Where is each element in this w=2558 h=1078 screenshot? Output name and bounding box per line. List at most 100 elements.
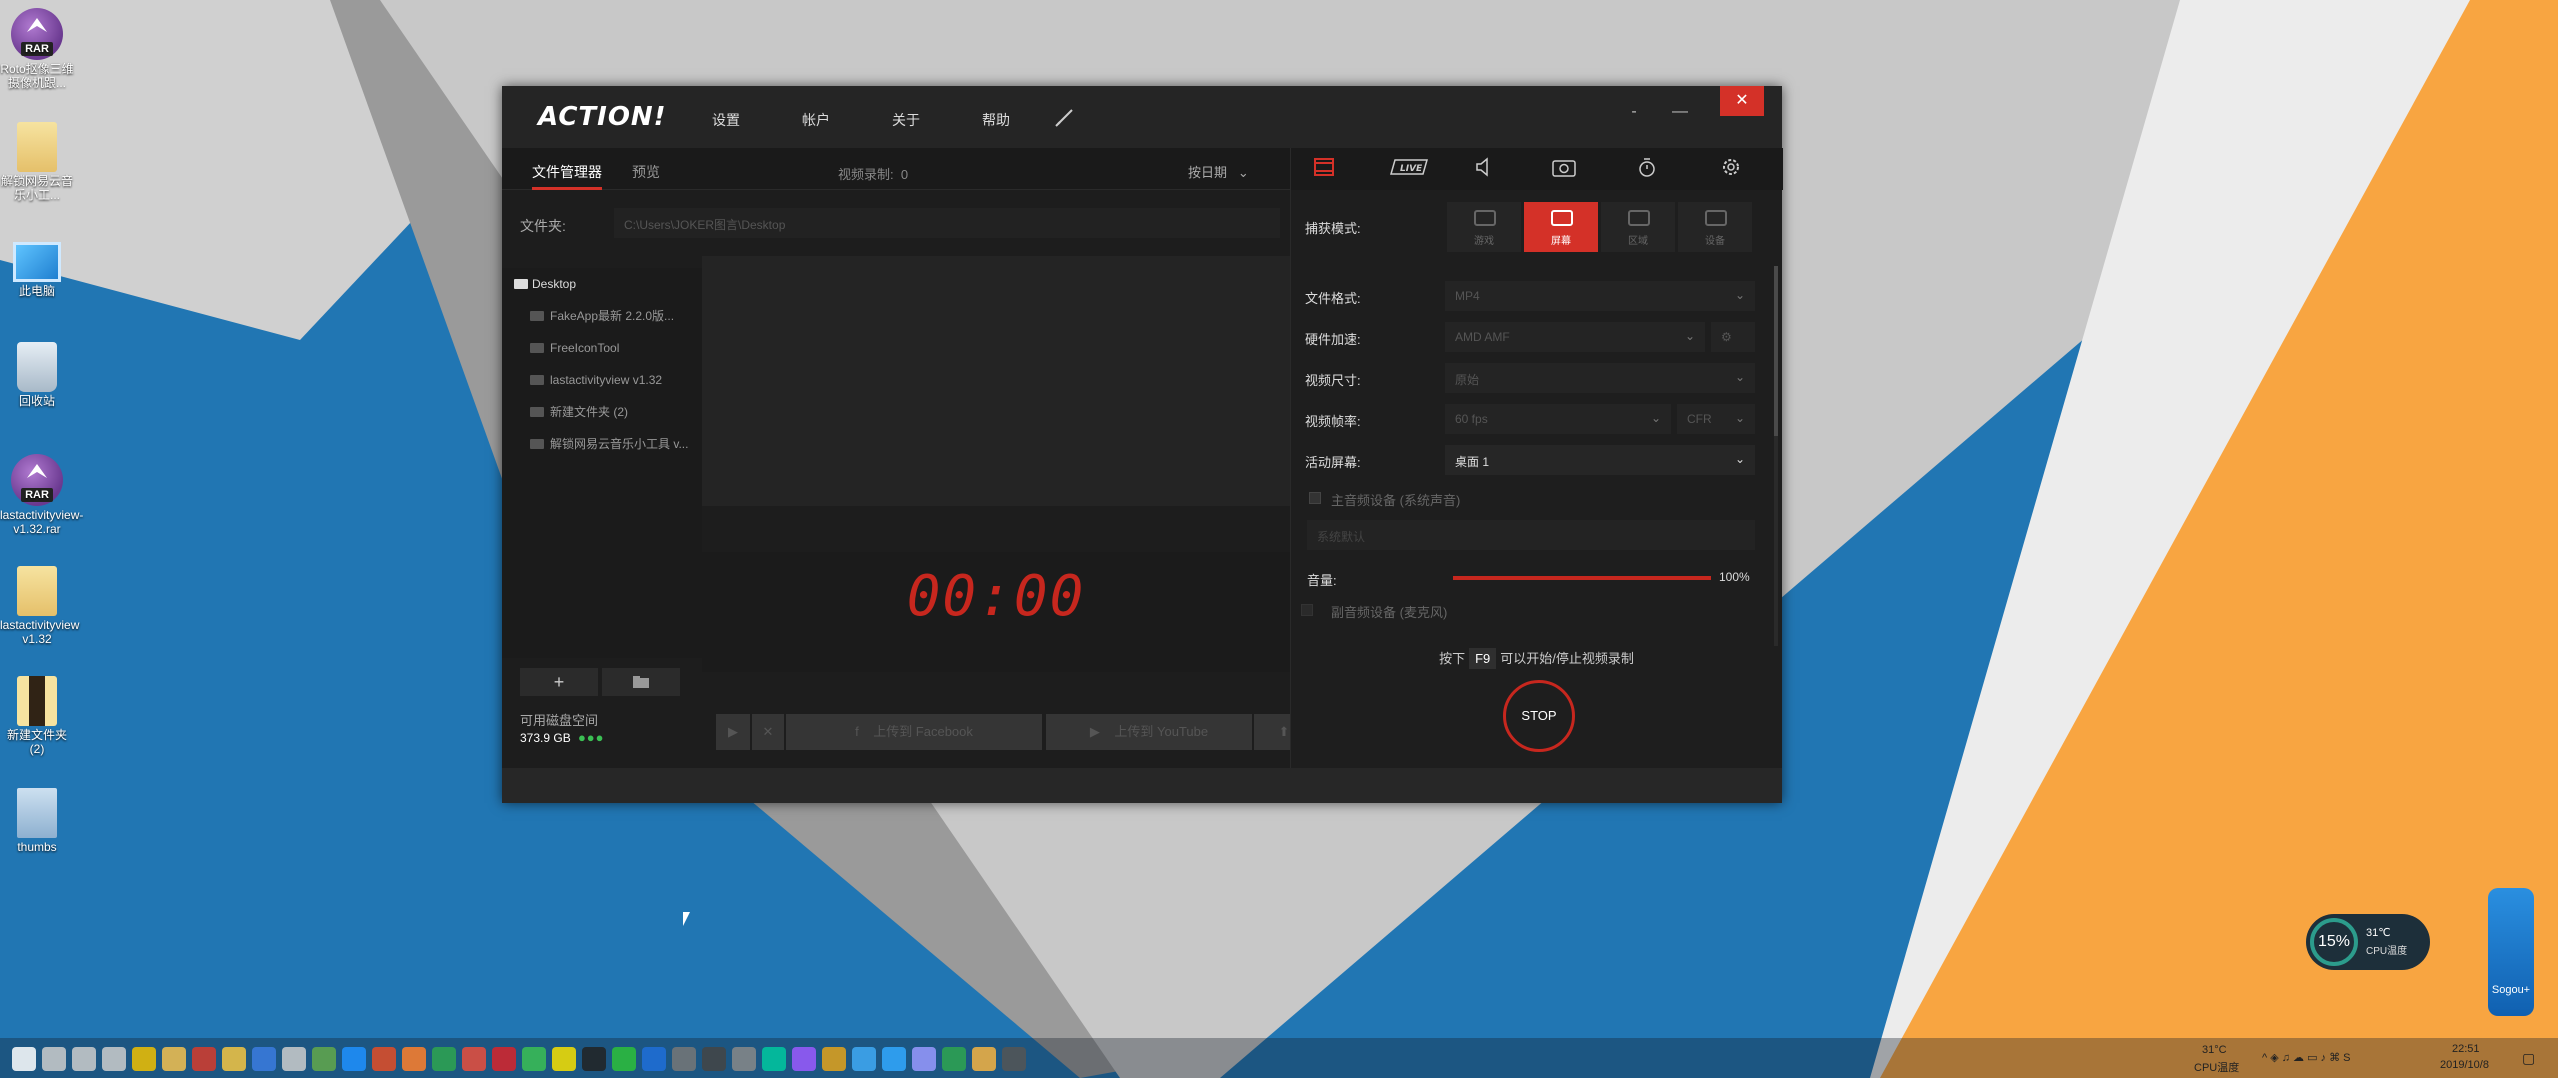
app-icon[interactable] (672, 1047, 696, 1071)
play-button[interactable]: ▶ (716, 714, 750, 750)
lightroom-icon[interactable] (852, 1047, 876, 1071)
file-format-select[interactable]: MP4 ⌄ (1445, 281, 1755, 311)
qq-icon[interactable] (582, 1047, 606, 1071)
menu-account[interactable]: 帐户 (802, 110, 830, 130)
magnifier-icon[interactable] (132, 1047, 156, 1071)
main-audio-select[interactable]: 系统默认 (1307, 520, 1755, 550)
word-icon[interactable] (252, 1047, 276, 1071)
app-icon[interactable] (642, 1047, 666, 1071)
sort-dropdown[interactable]: 按日期 ⌄ (1188, 162, 1249, 181)
delete-button[interactable]: ✕ (752, 714, 784, 750)
settings-scrollbar[interactable] (1774, 266, 1778, 646)
clock-date[interactable]: 2019/10/8 (2440, 1059, 2489, 1071)
video-size-value: 原始 (1455, 373, 1480, 387)
notification-icon[interactable]: ▢ (2522, 1050, 2535, 1067)
volume-slider[interactable] (1453, 576, 1711, 580)
stop-record-button[interactable]: STOP (1503, 680, 1575, 752)
windows-start-icon[interactable] (12, 1047, 36, 1071)
clock-time[interactable]: 22:51 (2452, 1043, 2480, 1055)
app-icon[interactable] (312, 1047, 336, 1071)
capture-mode-game[interactable]: 游戏 (1447, 202, 1521, 252)
title-bar[interactable]: ACTION! 设置 帐户 关于 帮助 - — ✕ (502, 86, 1782, 148)
hw-accel-select[interactable]: AMD AMF ⌄ (1445, 322, 1705, 352)
menu-help[interactable]: 帮助 (982, 110, 1010, 130)
capture-mode-region[interactable]: 区域 (1601, 202, 1675, 252)
app-icon[interactable] (462, 1047, 486, 1071)
search-icon[interactable] (42, 1047, 66, 1071)
desktop-icon-new-folder-2[interactable]: 新建文件夹 (2) (0, 676, 74, 756)
main-audio-checkbox[interactable] (1309, 492, 1321, 504)
open-folder-button[interactable] (602, 668, 680, 696)
desktop-icon-lastactivity-folder[interactable]: lastactivityview v1.32 (0, 566, 79, 646)
hw-accel-settings-button[interactable]: ⚙ (1711, 322, 1755, 352)
photoshop-icon[interactable] (882, 1047, 906, 1071)
app-icon[interactable] (432, 1047, 456, 1071)
tree-item[interactable]: 新建文件夹 (2) (502, 396, 702, 428)
desktop-icon-lastactivity-rar[interactable]: RAR lastactivityview-v1.32.rar (0, 454, 83, 536)
tab-live[interactable]: LIVE (1389, 156, 1429, 182)
close-button[interactable]: ✕ (1720, 86, 1764, 116)
tab-file-manager[interactable]: 文件管理器 (532, 162, 602, 190)
tree-item[interactable]: FreeIconTool (502, 332, 702, 364)
frame-rate-label: 视频帧率: (1305, 414, 1361, 429)
tree-item-desktop[interactable]: Desktop (502, 268, 702, 300)
bridge-icon[interactable] (822, 1047, 846, 1071)
app-icon[interactable] (972, 1047, 996, 1071)
after-effects-icon[interactable] (792, 1047, 816, 1071)
desktop-icon-thumbs[interactable]: thumbs (0, 788, 74, 854)
app-icon[interactable] (282, 1047, 306, 1071)
tab-screenshot[interactable] (1551, 156, 1591, 182)
desktop-icon-this-pc[interactable]: 此电脑 (0, 234, 74, 298)
edge-icon[interactable] (342, 1047, 366, 1071)
tab-timer[interactable] (1635, 156, 1675, 182)
tree-item[interactable]: FakeApp最新 2.2.0版... (502, 300, 702, 332)
capture-mode-screen[interactable]: 屏幕 (1524, 202, 1598, 252)
scrollbar-thumb[interactable] (1774, 266, 1778, 436)
action-active-icon[interactable] (1002, 1047, 1026, 1071)
chrome-icon[interactable] (372, 1047, 396, 1071)
cortana-icon[interactable] (72, 1047, 96, 1071)
wechat-icon[interactable] (612, 1047, 636, 1071)
desktop-icon-recycle-bin[interactable]: 回收站 (0, 342, 74, 408)
tab-settings[interactable] (1719, 156, 1759, 182)
app-icon[interactable] (552, 1047, 576, 1071)
cpu-widget[interactable]: 15% 31℃ CPU温度 (2306, 914, 2430, 970)
premiere-icon[interactable] (912, 1047, 936, 1071)
more-button[interactable]: - (1616, 100, 1652, 124)
menu-about[interactable]: 关于 (892, 110, 920, 130)
task-view-icon[interactable] (102, 1047, 126, 1071)
pen-icon[interactable] (1054, 106, 1076, 128)
tab-preview[interactable]: 预览 (632, 162, 660, 182)
shield-icon[interactable] (222, 1047, 246, 1071)
add-folder-button[interactable]: + (520, 668, 598, 696)
firefox-icon[interactable] (402, 1047, 426, 1071)
frame-rate-select[interactable]: 60 fps ⌄ (1445, 404, 1671, 434)
minimize-button[interactable]: — (1662, 100, 1698, 124)
app-icon[interactable] (522, 1047, 546, 1071)
file-explorer-icon[interactable] (162, 1047, 186, 1071)
active-screen-select[interactable]: 桌面 1 ⌄ (1445, 445, 1755, 475)
tree-item[interactable]: lastactivityview v1.32 (502, 364, 702, 396)
app-icon[interactable] (192, 1047, 216, 1071)
sogou-widget[interactable]: Sogou+ (2488, 888, 2534, 1016)
frame-rate-mode-select[interactable]: CFR ⌄ (1677, 404, 1755, 434)
secondary-audio-checkbox[interactable] (1301, 604, 1313, 616)
video-size-select[interactable]: 原始 ⌄ (1445, 363, 1755, 393)
app-icon[interactable] (732, 1047, 756, 1071)
upload-youtube-button[interactable]: ▶ 上传到 YouTube (1046, 714, 1252, 750)
tab-video[interactable] (1311, 156, 1351, 182)
audition-icon[interactable] (762, 1047, 786, 1071)
tree-item[interactable]: 解锁网易云音乐小工具 v... (502, 428, 702, 460)
tab-audio[interactable] (1471, 156, 1511, 182)
desktop-icon-roto-rar[interactable]: RAR Roto抠像三维摄像机跟... (0, 8, 74, 90)
tray-icons[interactable]: ^ ◈ ♫ ☁ ▭ ♪ ⌘ S (2262, 1051, 2351, 1064)
upload-facebook-button[interactable]: f 上传到 Facebook (786, 714, 1042, 750)
menu-settings[interactable]: 设置 (712, 110, 740, 130)
action-icon[interactable] (702, 1047, 726, 1071)
folder-path-field[interactable]: C:\Users\JOKER图言\Desktop (614, 208, 1280, 238)
desktop-icon-netease-tool[interactable]: 解锁网易云音乐小工... (0, 122, 74, 202)
app-icon[interactable] (942, 1047, 966, 1071)
capture-mode-device[interactable]: 设备 (1678, 202, 1752, 252)
netease-music-icon[interactable] (492, 1047, 516, 1071)
recordings-count: 视频录制: 0 (838, 164, 908, 183)
